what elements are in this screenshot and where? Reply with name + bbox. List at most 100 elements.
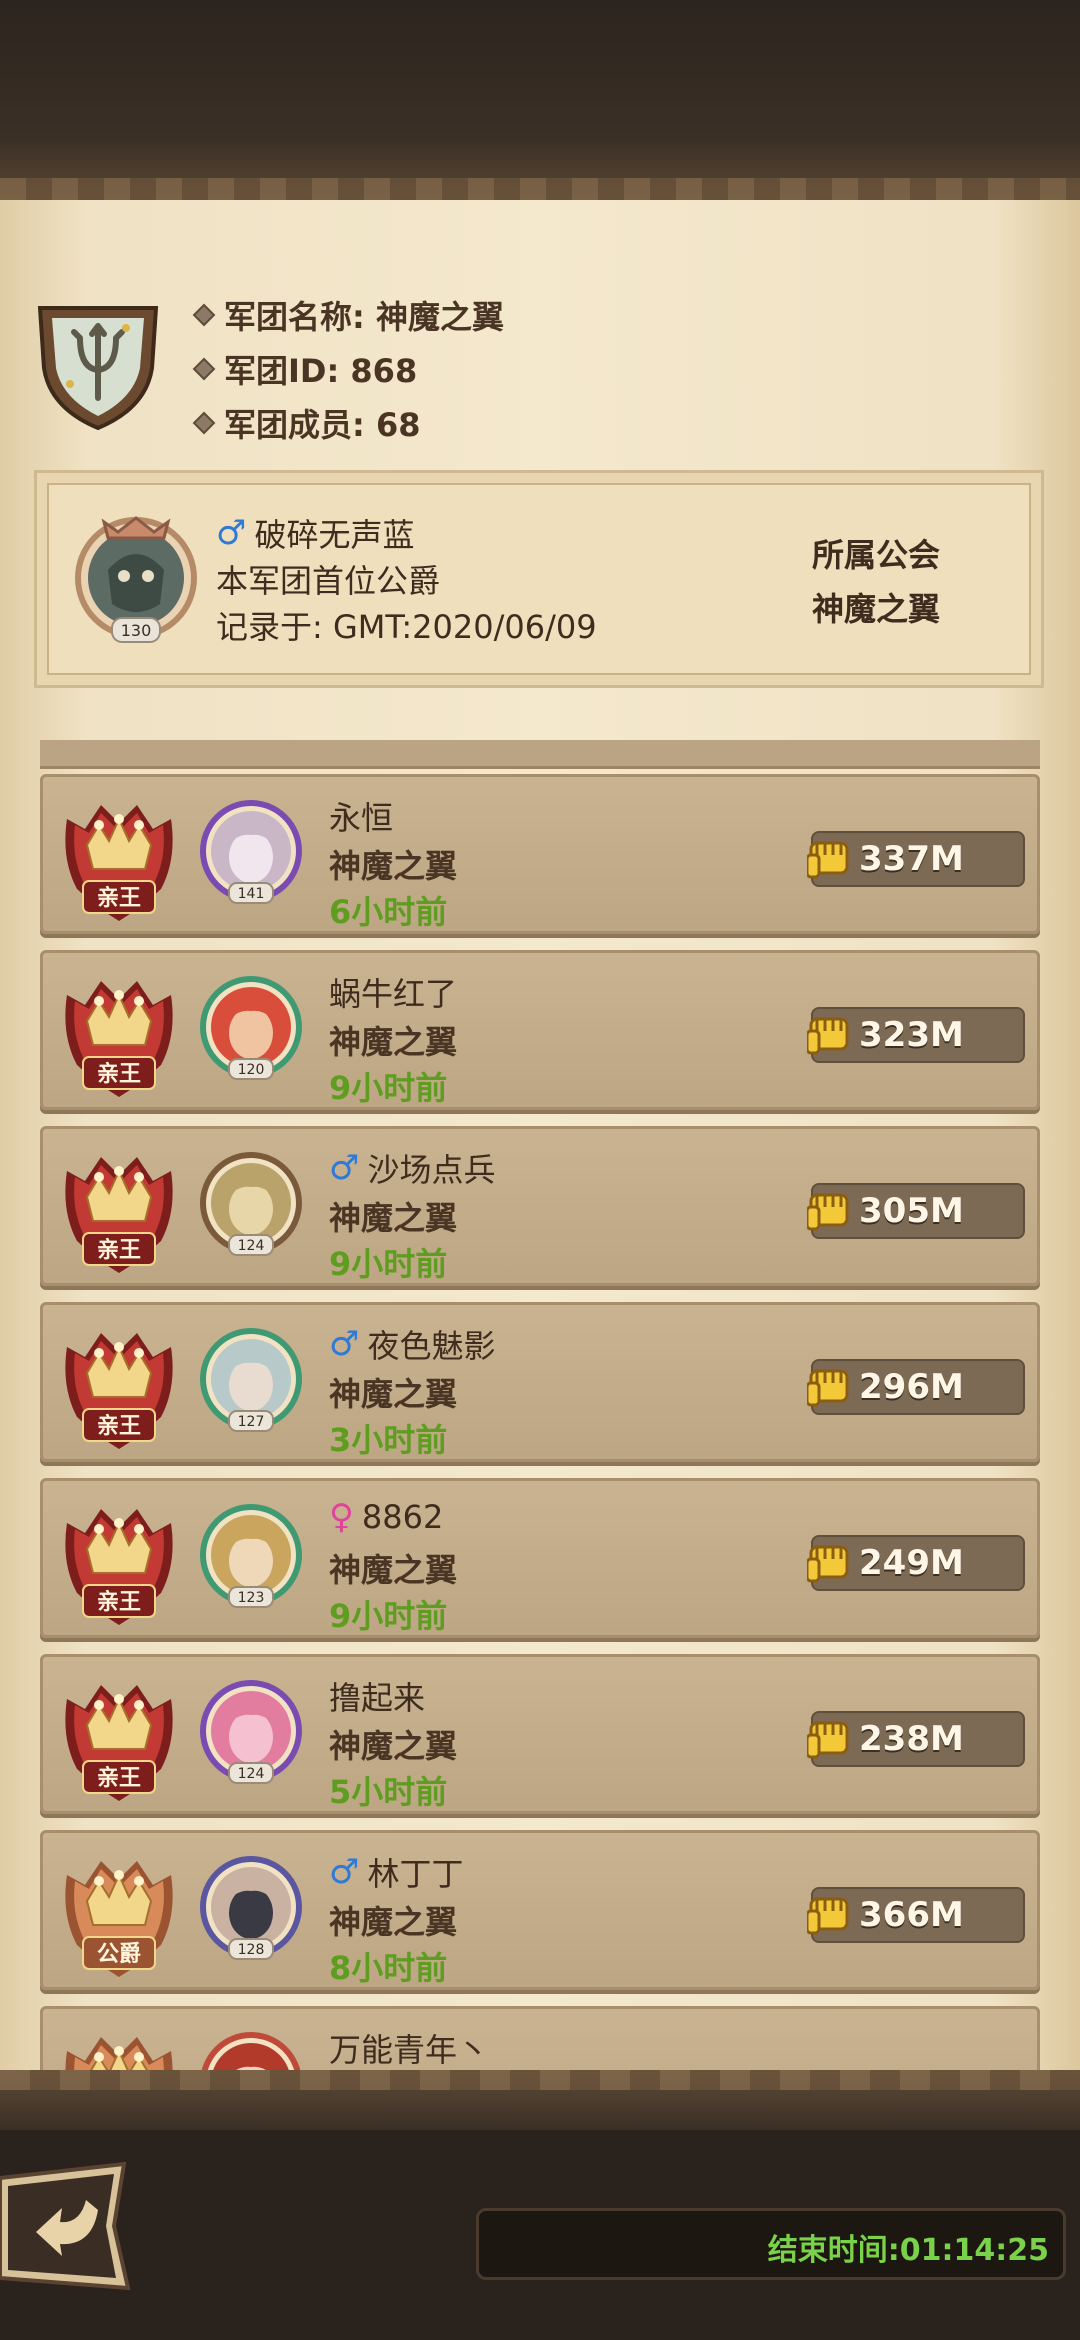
back-button[interactable]	[0, 2160, 132, 2294]
legion-emblem-icon	[37, 306, 159, 431]
rank-badge-icon: 亲王	[65, 1685, 173, 1801]
power-value: 305M	[859, 1191, 964, 1231]
fist-power-icon	[807, 1897, 849, 1935]
legion-name-line: 军团名称: 神魔之翼	[192, 292, 504, 338]
timer-panel: 结束时间:01:14:25	[476, 2208, 1066, 2280]
member-last-online: 6小时前	[329, 893, 448, 931]
member-name-row: ♀ 8862	[329, 1497, 443, 1537]
member-name-row: 蜗牛红了	[329, 969, 457, 1015]
power-badge: 323M	[807, 1007, 1025, 1063]
bottom-edge	[0, 2070, 1080, 2130]
list-item[interactable]: 万能青年丶	[40, 2006, 1040, 2070]
rank-label: 公爵	[97, 1942, 141, 1967]
end-time: 结束时间:01:14:25	[767, 2233, 1049, 2268]
rank-badge-icon	[65, 2037, 173, 2070]
member-name: 8862	[361, 1498, 444, 1536]
founder-level: 130	[121, 621, 152, 640]
member-name-row: 万能青年丶	[329, 2025, 489, 2070]
member-name-row: ♂ 林丁丁	[329, 1849, 464, 1895]
member-level: 124	[238, 1766, 265, 1782]
member-avatar[interactable]: 124	[199, 1151, 303, 1259]
rank-badge-icon: 公爵	[65, 1861, 173, 1977]
member-avatar[interactable]: 124	[199, 1679, 303, 1787]
legion-name: 军团名称: 神魔之翼	[224, 298, 504, 336]
member-level: 128	[238, 1942, 265, 1958]
member-name: 林丁丁	[367, 1855, 464, 1893]
member-level: 124	[238, 1238, 265, 1254]
list-item[interactable]: 亲王 124 ♂ 沙场点兵 神魔之翼 9小时前 305M	[40, 1126, 1040, 1286]
member-name: 沙场点兵	[367, 1151, 496, 1189]
founder-name: 破碎无声蓝	[254, 516, 415, 554]
power-badge: 305M	[807, 1183, 1025, 1239]
founder-record-date: 记录于: GMT:2020/06/09	[216, 608, 597, 646]
fist-power-icon	[807, 1193, 849, 1231]
rank-badge-icon: 亲王	[65, 1509, 173, 1625]
legion-id-line: 军团ID: 868	[192, 346, 418, 392]
list-item[interactable]: 亲王 141 永恒 神魔之翼 6小时前 337M	[40, 774, 1040, 934]
founder-avatar[interactable]: 130	[68, 508, 204, 648]
power-value: 323M	[859, 1015, 964, 1055]
bullet-diamond-icon	[192, 303, 216, 327]
power-value: 337M	[859, 839, 964, 879]
member-guild: 神魔之翼	[329, 847, 458, 885]
rank-label: 亲王	[97, 1414, 141, 1439]
member-avatar[interactable]: 120	[199, 975, 303, 1083]
member-name: 夜色魅影	[367, 1327, 496, 1365]
member-guild: 神魔之翼	[329, 1727, 458, 1765]
rank-label: 亲王	[97, 886, 141, 911]
male-gender-icon: ♂	[216, 513, 247, 553]
power-badge: 238M	[807, 1711, 1025, 1767]
list-item[interactable]: 亲王 127 ♂ 夜色魅影 神魔之翼 3小时前 296M	[40, 1302, 1040, 1462]
list-item[interactable]: 亲王 123 ♀ 8862 神魔之翼 9小时前 249M	[40, 1478, 1040, 1638]
member-level: 127	[238, 1414, 265, 1430]
member-level: 120	[238, 1062, 265, 1078]
power-value: 366M	[859, 1895, 964, 1935]
list-item[interactable]: 亲王 124 撸起来 神魔之翼 5小时前 238M	[40, 1654, 1040, 1814]
power-badge: 366M	[807, 1887, 1025, 1943]
rank-badge-icon: 亲王	[65, 981, 173, 1097]
rank-badge-icon: 亲王	[65, 1333, 173, 1449]
fist-power-icon	[807, 1545, 849, 1583]
bullet-diamond-icon	[192, 357, 216, 381]
fist-power-icon	[807, 1721, 849, 1759]
rank-label: 亲王	[97, 1062, 141, 1087]
fist-power-icon	[807, 1369, 849, 1407]
male-gender-icon: ♂	[329, 1148, 360, 1188]
member-avatar[interactable]: 128	[199, 1855, 303, 1963]
fist-power-icon	[807, 1017, 849, 1055]
member-list[interactable]: 亲王 141 永恒 神魔之翼 6小时前 337M 亲王 120 蜗牛红了 神魔之…	[0, 740, 1080, 2070]
founder-guild-label: 所属公会	[812, 536, 941, 574]
member-name: 蜗牛红了	[329, 975, 458, 1013]
legion-id: 军团ID: 868	[224, 352, 418, 390]
list-item-partial	[40, 740, 1040, 769]
member-level: 123	[238, 1590, 265, 1606]
list-item[interactable]: 亲王 120 蜗牛红了 神魔之翼 9小时前 323M	[40, 950, 1040, 1110]
member-name-row: 撸起来	[329, 1673, 425, 1719]
member-avatar[interactable]	[199, 2031, 303, 2070]
founder-name-row: ♂ 破碎无声蓝	[216, 510, 415, 556]
member-last-online: 8小时前	[329, 1949, 448, 1987]
power-badge: 296M	[807, 1359, 1025, 1415]
rank-label: 亲王	[97, 1766, 141, 1791]
top-banner	[0, 0, 1080, 200]
member-name: 撸起来	[329, 1679, 426, 1717]
member-last-online: 9小时前	[329, 1597, 448, 1635]
power-value: 249M	[859, 1543, 964, 1583]
member-last-online: 9小时前	[329, 1245, 448, 1283]
member-guild: 神魔之翼	[329, 1199, 458, 1237]
list-item[interactable]: 公爵 128 ♂ 林丁丁 神魔之翼 8小时前 366M	[40, 1830, 1040, 1990]
member-avatar[interactable]: 141	[199, 799, 303, 907]
member-guild: 神魔之翼	[329, 1903, 458, 1941]
member-name-row: 永恒	[329, 793, 393, 839]
bullet-diamond-icon	[192, 411, 216, 435]
female-gender-icon: ♀	[329, 1497, 354, 1537]
member-avatar[interactable]: 127	[199, 1327, 303, 1435]
founder-title: 本军团首位公爵	[216, 562, 441, 600]
member-name: 万能青年丶	[329, 2031, 490, 2069]
rank-label: 亲王	[97, 1590, 141, 1615]
member-guild: 神魔之翼	[329, 1023, 458, 1061]
member-avatar[interactable]: 123	[199, 1503, 303, 1611]
member-last-online: 3小时前	[329, 1421, 448, 1459]
male-gender-icon: ♂	[329, 1852, 360, 1892]
rank-badge-icon: 亲王	[65, 805, 173, 921]
